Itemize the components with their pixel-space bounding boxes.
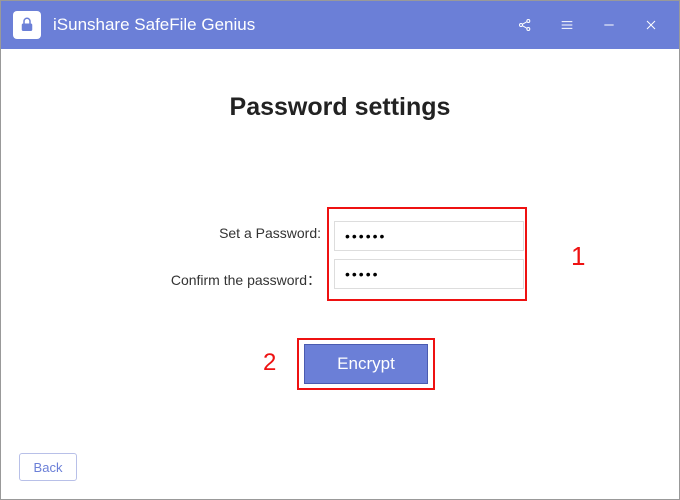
annotation-1: 1 bbox=[571, 241, 585, 272]
encrypt-button-highlight: Encrypt bbox=[297, 338, 435, 390]
encrypt-button[interactable]: Encrypt bbox=[304, 344, 428, 384]
set-password-input[interactable] bbox=[334, 221, 524, 251]
confirm-password-label: Confirm the password： bbox=[121, 270, 321, 290]
page-body: Password settings Set a Password: Confir… bbox=[1, 49, 679, 499]
app-title: iSunshare SafeFile Genius bbox=[53, 15, 513, 35]
lock-icon bbox=[18, 16, 36, 34]
menu-icon[interactable] bbox=[555, 13, 579, 37]
annotation-2: 2 bbox=[263, 349, 276, 377]
app-window: iSunshare SafeFile Genius Password setti… bbox=[0, 0, 680, 500]
back-button[interactable]: Back bbox=[19, 453, 77, 481]
set-password-label: Set a Password: bbox=[121, 225, 321, 241]
titlebar: iSunshare SafeFile Genius bbox=[1, 1, 679, 49]
app-logo bbox=[13, 11, 41, 39]
share-icon[interactable] bbox=[513, 13, 537, 37]
minimize-icon[interactable] bbox=[597, 13, 621, 37]
page-title: Password settings bbox=[1, 93, 679, 122]
close-icon[interactable] bbox=[639, 13, 663, 37]
password-fields-highlight bbox=[327, 207, 527, 301]
window-controls bbox=[513, 13, 671, 37]
confirm-password-input[interactable] bbox=[334, 259, 524, 289]
